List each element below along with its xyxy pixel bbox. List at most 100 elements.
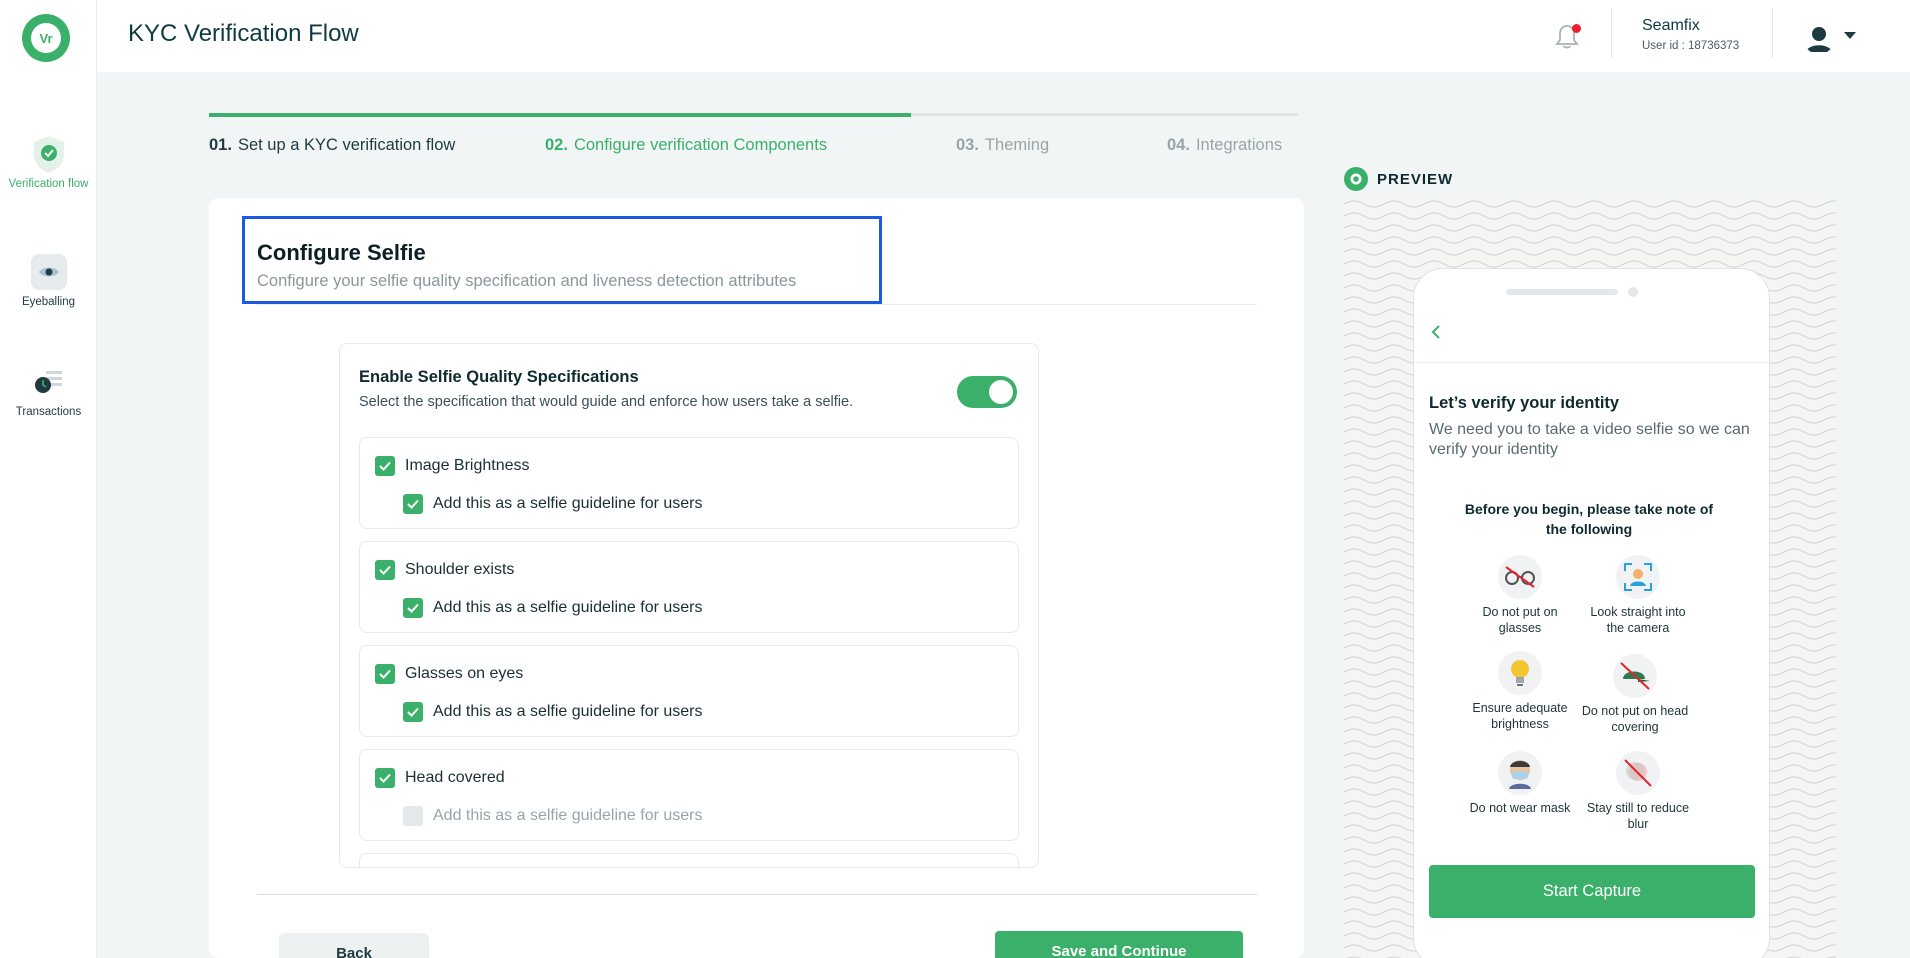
face-frame-icon xyxy=(1616,555,1660,599)
transactions-icon xyxy=(31,364,67,400)
tip-text: Stay still to reduce blur xyxy=(1586,801,1690,831)
start-capture-button[interactable]: Start Capture xyxy=(1429,865,1755,918)
shield-check-icon xyxy=(31,136,67,173)
spec-row: Image Brightness xyxy=(375,456,530,476)
phone-speaker xyxy=(1506,289,1618,295)
step-number: 02. xyxy=(545,136,568,154)
header-divider xyxy=(1772,8,1773,58)
mask-icon xyxy=(1498,751,1542,795)
step-2[interactable]: 02. Configure verification Components xyxy=(545,136,827,155)
step-4[interactable]: 04. Integrations xyxy=(1167,136,1282,155)
sidebar: Vr Verification flow Eyeballing Transact… xyxy=(0,0,97,958)
user-name: Seamfix xyxy=(1642,17,1700,34)
section-subtitle: Configure your selfie quality specificat… xyxy=(257,272,797,290)
phone-preview: Let’s verify your identity We need you t… xyxy=(1413,268,1770,958)
guideline-row: Add this as a selfie guideline for users xyxy=(403,494,702,514)
spec-item-shoulder-exists: Shoulder exists Add this as a selfie gui… xyxy=(359,541,1019,633)
tip-no-glasses: Do not put on glasses xyxy=(1465,555,1575,636)
guideline-checkbox[interactable] xyxy=(403,702,423,722)
logo-text: Vr xyxy=(31,23,61,53)
no-cap-icon xyxy=(1613,654,1657,698)
sidebar-item-label: Verification flow xyxy=(8,178,89,190)
spec-label: Image Brightness xyxy=(405,457,530,474)
shoulder-exists-checkbox[interactable] xyxy=(375,560,395,580)
step-3[interactable]: 03. Theming xyxy=(956,136,1049,155)
guideline-checkbox[interactable] xyxy=(403,598,423,618)
back-button[interactable]: Back xyxy=(279,933,429,958)
top-header: KYC Verification Flow Seamfix User id : … xyxy=(97,0,1910,72)
step-label: Theming xyxy=(984,136,1050,154)
page-title: KYC Verification Flow xyxy=(128,20,359,47)
no-glasses-icon xyxy=(1498,555,1542,599)
spec-row: Head covered xyxy=(375,768,505,788)
spec-item-glasses-on-eyes: Glasses on eyes Add this as a selfie gui… xyxy=(359,645,1019,737)
section-title: Configure Selfie xyxy=(257,240,426,265)
preview-eye-icon xyxy=(1344,167,1368,191)
tip-text: Look straight into the camera xyxy=(1590,605,1686,635)
preview-subtitle: We need you to take a video selfie so we… xyxy=(1429,421,1750,458)
app-logo[interactable]: Vr xyxy=(22,14,70,62)
selfie-spec-panel: Enable Selfie Quality Specifications Sel… xyxy=(339,343,1039,868)
divider xyxy=(257,894,1257,895)
sidebar-item-eyeballing[interactable]: Eyeballing xyxy=(0,254,97,308)
sidebar-item-label: Transactions xyxy=(15,406,82,418)
tip-brightness: Ensure adequate brightness xyxy=(1465,651,1575,732)
spec-title: Enable Selfie Quality Specifications xyxy=(359,368,639,386)
head-covered-checkbox[interactable] xyxy=(375,768,395,788)
tip-text: Ensure adequate brightness xyxy=(1472,701,1568,731)
guideline-label: Add this as a selfie guideline for users xyxy=(433,807,703,824)
spec-description: Select the specification that would guid… xyxy=(359,394,854,410)
step-label: Set up a KYC verification flow xyxy=(237,136,456,154)
guideline-row: Add this as a selfie guideline for users xyxy=(403,598,702,618)
spec-row: Shoulder exists xyxy=(375,560,514,580)
divider xyxy=(1414,362,1769,363)
enable-quality-toggle[interactable] xyxy=(957,376,1017,408)
spec-label: Head covered xyxy=(405,769,505,786)
tip-text: Do not put on glasses xyxy=(1482,605,1558,635)
user-id: User id : 18736373 xyxy=(1642,40,1740,52)
sidebar-item-transactions[interactable]: Transactions xyxy=(0,364,97,418)
preview-note: Before you begin, please take note of th… xyxy=(1464,501,1714,537)
preview-header: PREVIEW xyxy=(1344,167,1453,191)
notification-bell-icon[interactable] xyxy=(1554,22,1582,52)
tip-no-mask: Do not wear mask xyxy=(1465,751,1575,816)
guideline-label: Add this as a selfie guideline for users xyxy=(433,599,703,616)
sidebar-item-verification-flow[interactable]: Verification flow xyxy=(0,136,97,190)
tip-head-covering: Do not put on head covering xyxy=(1580,654,1690,735)
eye-icon xyxy=(30,254,67,290)
spec-item-image-brightness: Image Brightness Add this as a selfie gu… xyxy=(359,437,1019,529)
tip-look-straight: Look straight into the camera xyxy=(1583,555,1693,636)
preview-title: Let’s verify your identity xyxy=(1429,394,1620,412)
divider xyxy=(257,304,1257,305)
step-number: 04. xyxy=(1167,136,1190,154)
guideline-label: Add this as a selfie guideline for users xyxy=(433,495,703,512)
spec-item-head-covered: Head covered Add this as a selfie guidel… xyxy=(359,749,1019,841)
guideline-label: Add this as a selfie guideline for users xyxy=(433,703,703,720)
image-brightness-checkbox[interactable] xyxy=(375,456,395,476)
tip-text: Do not wear mask xyxy=(1469,801,1571,815)
chevron-down-icon[interactable] xyxy=(1844,32,1856,39)
guideline-checkbox[interactable] xyxy=(403,806,423,826)
back-arrow-icon[interactable] xyxy=(1430,324,1442,345)
guideline-row: Add this as a selfie guideline for users xyxy=(403,806,702,826)
save-and-continue-button[interactable]: Save and Continue xyxy=(995,931,1243,958)
step-1[interactable]: 01. Set up a KYC verification flow xyxy=(209,136,455,155)
tip-text: Do not put on head covering xyxy=(1581,704,1689,734)
no-blur-icon xyxy=(1616,751,1660,795)
user-avatar-icon[interactable] xyxy=(1803,22,1835,54)
step-label: Configure verification Components xyxy=(573,136,828,154)
phone-camera xyxy=(1628,287,1638,297)
guideline-checkbox[interactable] xyxy=(403,494,423,514)
lightbulb-icon xyxy=(1498,651,1542,695)
header-divider xyxy=(1611,8,1612,58)
spec-row: Glasses on eyes xyxy=(375,664,523,684)
spec-item-more xyxy=(359,853,1019,867)
spec-label: Shoulder exists xyxy=(405,561,515,578)
sidebar-item-label: Eyeballing xyxy=(21,296,76,308)
configure-card: Configure Selfie Configure your selfie q… xyxy=(209,198,1304,958)
notification-dot xyxy=(1572,24,1581,33)
spec-label: Glasses on eyes xyxy=(405,665,524,682)
toggle-knob xyxy=(989,380,1013,404)
step-number: 01. xyxy=(209,136,232,154)
glasses-on-eyes-checkbox[interactable] xyxy=(375,664,395,684)
